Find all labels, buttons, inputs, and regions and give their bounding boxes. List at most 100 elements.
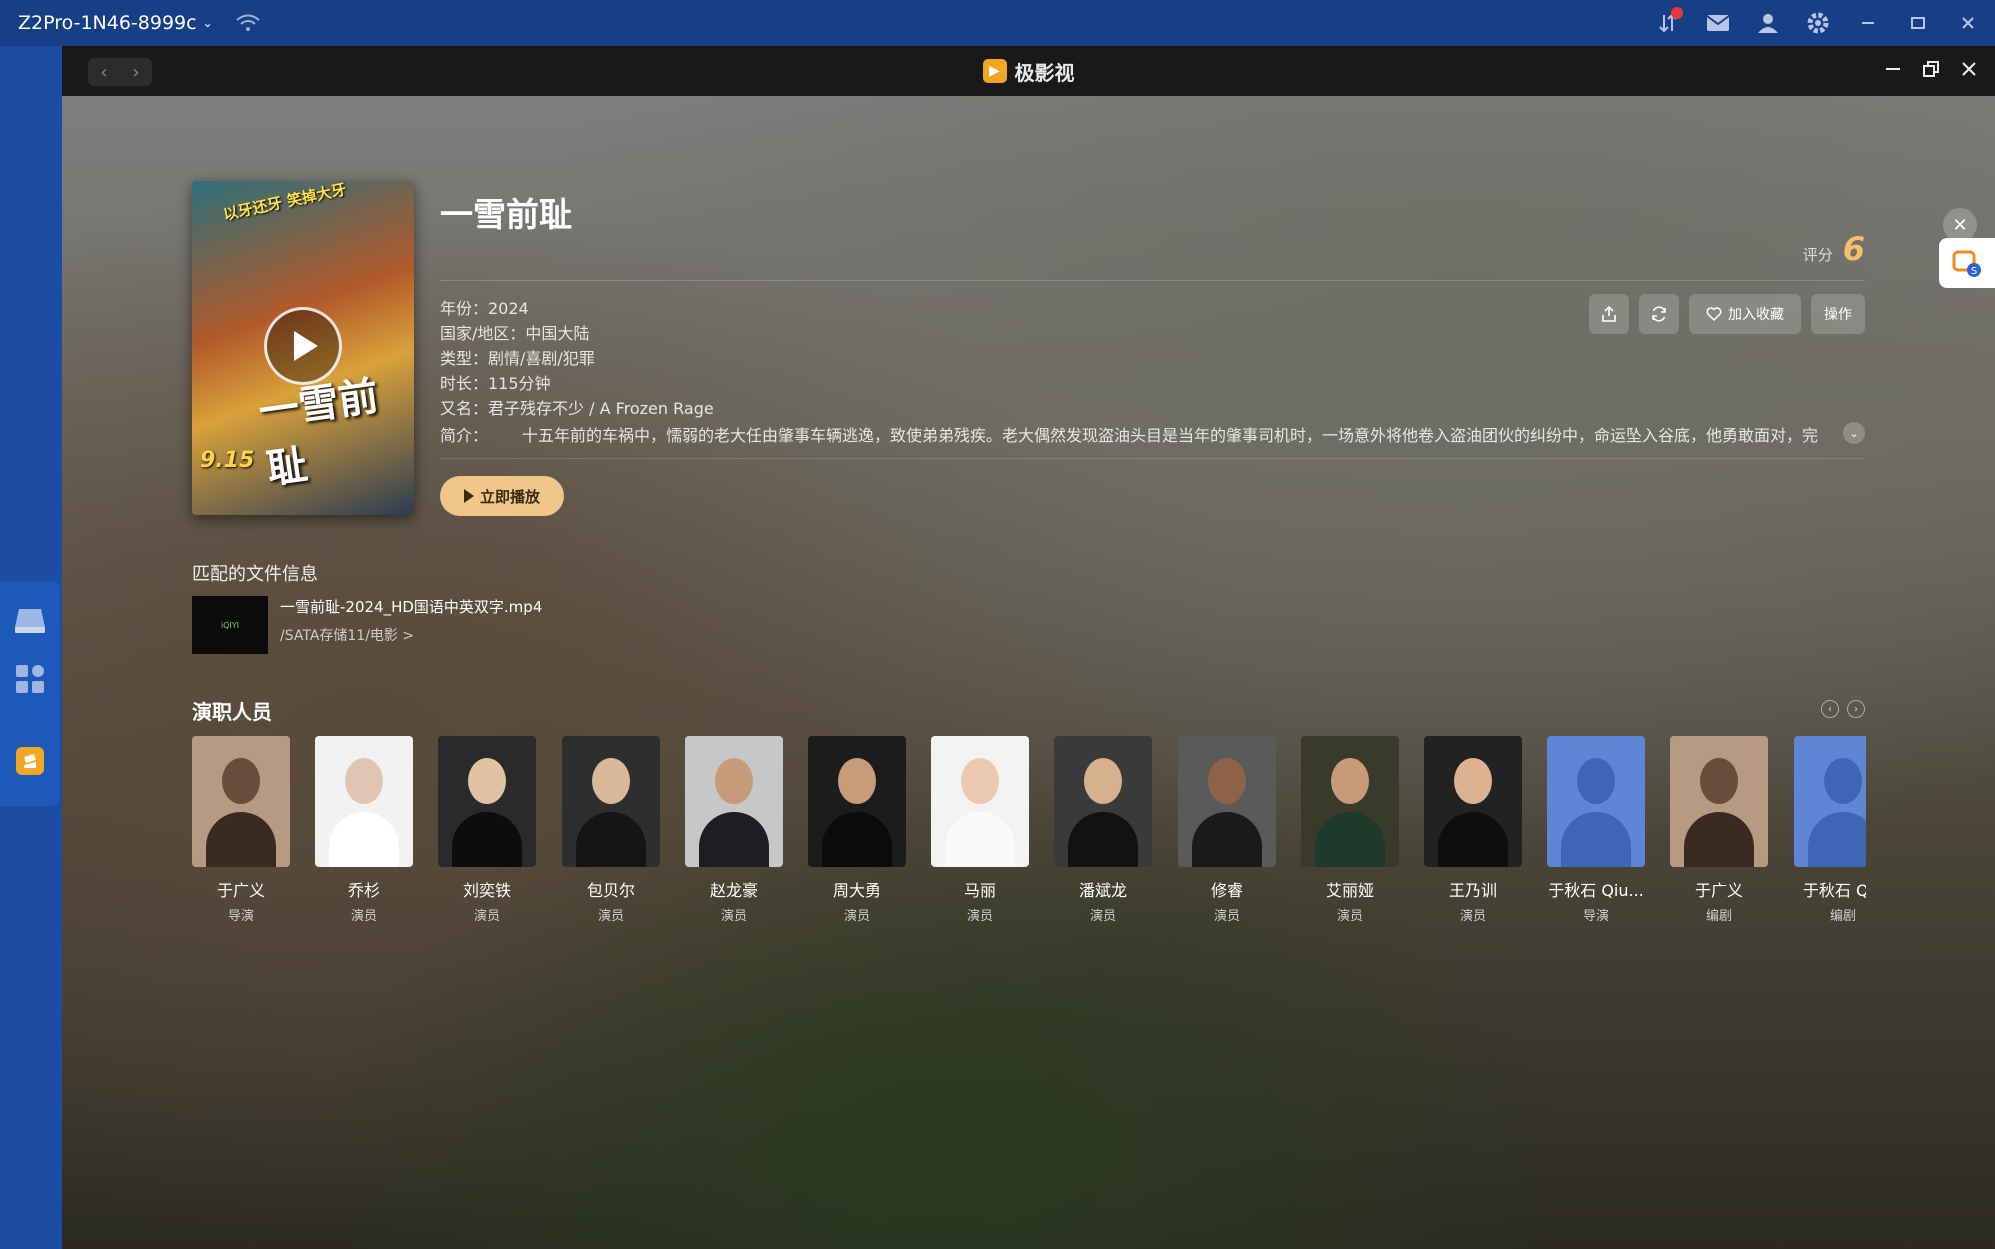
cast-card[interactable]: 于广义 编剧: [1670, 736, 1768, 924]
cast-card[interactable]: 刘奕铁 演员: [438, 736, 536, 924]
synopsis-text: 十五年前的车祸中，懦弱的老大任由肇事车辆逃逸，致使弟弟残疾。老大偶然发现盗油头目…: [522, 426, 1819, 445]
share-button[interactable]: [1589, 294, 1629, 334]
cast-photo-head: [468, 758, 506, 804]
cast-name: 艾丽娅: [1325, 881, 1374, 900]
system-top-bar: Z2Pro-1N46-8999c ⌄: [0, 0, 1995, 46]
cast-list: 于广义 导演 乔杉 演员 刘奕铁 演员 包贝尔 演员 赵龙豪 演员 周大勇 演员 马丽 演员 潘斌龙 演员 修睿…: [192, 736, 1866, 936]
window-close-icon[interactable]: [1961, 61, 1977, 82]
poster-date: 9.15: [200, 448, 255, 473]
cast-photo-body: [206, 812, 276, 867]
cast-card[interactable]: 修睿 演员: [1178, 736, 1276, 924]
cast-name: 乔杉: [347, 881, 380, 900]
cast-photo: [931, 736, 1029, 867]
rating-value: 6: [1842, 230, 1865, 268]
refresh-button[interactable]: [1639, 294, 1679, 334]
cast-card[interactable]: 马丽 演员: [931, 736, 1029, 924]
play-now-button[interactable]: 立即播放: [440, 476, 564, 516]
cast-photo-head: [1824, 758, 1862, 804]
info-duration: 时长：115分钟: [440, 374, 551, 393]
chevron-down-icon: ⌄: [202, 16, 213, 30]
poster-title: 一雪前耻: [255, 372, 382, 494]
cast-role: 演员: [966, 909, 993, 924]
drive-icon[interactable]: [12, 603, 48, 639]
file-name[interactable]: 一雪前耻-2024_HD国语中英双字.mp4: [280, 596, 542, 617]
cast-card[interactable]: 于广义 导演: [192, 736, 290, 924]
cast-photo: [438, 736, 536, 867]
video-app-icon[interactable]: [12, 743, 48, 779]
info-genre: 类型：剧情/喜剧/犯罪: [440, 349, 595, 368]
cast-name: 赵龙豪: [709, 881, 758, 900]
window-minimize-icon[interactable]: [1885, 61, 1901, 82]
add-favorite-button[interactable]: 加入收藏: [1689, 294, 1801, 334]
device-selector[interactable]: Z2Pro-1N46-8999c ⌄: [0, 0, 213, 46]
cast-photo: [1794, 736, 1866, 867]
poster-play-button[interactable]: [264, 307, 342, 385]
minimize-icon[interactable]: [1855, 10, 1881, 36]
cast-photo: [1670, 736, 1768, 867]
cast-card[interactable]: 王乃训 演员: [1424, 736, 1522, 924]
file-thumbnail[interactable]: iQIYI: [192, 596, 268, 654]
info-region: 国家/地区：中国大陆: [440, 324, 590, 343]
cast-card[interactable]: 潘斌龙 演员: [1054, 736, 1152, 924]
device-name: Z2Pro-1N46-8999c: [18, 12, 197, 34]
movie-poster[interactable]: 以牙还牙 笑掉大牙 9.15 一雪前耻: [192, 181, 414, 515]
cast-photo-head: [345, 758, 383, 804]
app-title-text: 极影视: [1014, 60, 1075, 85]
movie-title: 一雪前耻: [440, 195, 572, 234]
cast-photo-body: [1192, 812, 1262, 867]
cast-photo-head: [1454, 758, 1492, 804]
wifi-icon[interactable]: [235, 12, 261, 34]
close-detail-button[interactable]: ✕: [1943, 208, 1977, 242]
divider: [440, 280, 1865, 281]
cast-name: 王乃训: [1448, 881, 1497, 900]
cast-photo: [192, 736, 290, 867]
cast-role: 演员: [1089, 909, 1116, 924]
operate-button[interactable]: 操作: [1811, 294, 1865, 334]
cast-next-chevron-icon[interactable]: ›: [1847, 700, 1865, 718]
cast-photo: [1547, 736, 1645, 867]
cast-name: 于广义: [216, 881, 265, 900]
notification-dot: [1671, 7, 1683, 19]
share-icon: [1602, 305, 1616, 322]
window-restore-icon[interactable]: [1923, 60, 1939, 82]
cast-photo-body: [1315, 812, 1385, 867]
maximize-icon[interactable]: [1905, 10, 1931, 36]
cast-card[interactable]: 赵龙豪 演员: [685, 736, 783, 924]
expand-synopsis-chevron-icon[interactable]: ⌄: [1843, 422, 1865, 444]
cast-prev-chevron-icon[interactable]: ‹: [1821, 700, 1839, 718]
cast-photo: [1301, 736, 1399, 867]
cast-photo-body: [452, 812, 522, 867]
rating: 评分 6: [1803, 230, 1865, 268]
cast-photo-head: [961, 758, 999, 804]
app-window: ‹ › ▶ 极影视 以牙还牙 笑掉大牙 9.15 一雪前耻 一雪前耻 评分 6 …: [62, 46, 1995, 1249]
gear-icon[interactable]: [1805, 10, 1831, 36]
cast-photo-head: [1700, 758, 1738, 804]
movie-detail-page: 以牙还牙 笑掉大牙 9.15 一雪前耻 一雪前耻 评分 6 加入收藏 操作 年份…: [62, 96, 1995, 1249]
cast-photo-head: [838, 758, 876, 804]
cast-role: 演员: [473, 909, 500, 924]
close-icon[interactable]: [1955, 10, 1981, 36]
user-icon[interactable]: [1755, 10, 1781, 36]
poster-tagline: 以牙还牙 笑掉大牙: [221, 181, 348, 224]
cast-name: 于广义: [1694, 881, 1743, 900]
cast-photo-head: [1208, 758, 1246, 804]
floating-widget[interactable]: S: [1939, 238, 1995, 288]
file-path-link[interactable]: /SATA存储11/电影 >: [280, 625, 414, 645]
mail-icon[interactable]: [1705, 10, 1731, 36]
cast-card[interactable]: 周大勇 演员: [808, 736, 906, 924]
cast-card[interactable]: 艾丽娅 演员: [1301, 736, 1399, 924]
cast-card[interactable]: 于秋石 Qiu... 导演: [1547, 736, 1645, 924]
cast-photo-body: [1438, 812, 1508, 867]
cast-card[interactable]: 于秋石 Qiu 编剧: [1794, 736, 1866, 924]
app-title: ▶ 极影视: [62, 46, 1995, 96]
cast-card[interactable]: 包贝尔 演员: [562, 736, 660, 924]
transfer-icon[interactable]: [1655, 7, 1683, 36]
cast-role: 导演: [227, 909, 254, 924]
action-buttons: 加入收藏 操作: [1589, 294, 1865, 334]
cast-header: 演职人员: [192, 700, 272, 724]
cast-card[interactable]: 乔杉 演员: [315, 736, 413, 924]
cast-photo-head: [592, 758, 630, 804]
apps-grid-icon[interactable]: [12, 661, 48, 697]
cast-name: 于秋石 Qiu: [1802, 881, 1866, 900]
cast-nav: ‹ ›: [1821, 700, 1865, 718]
